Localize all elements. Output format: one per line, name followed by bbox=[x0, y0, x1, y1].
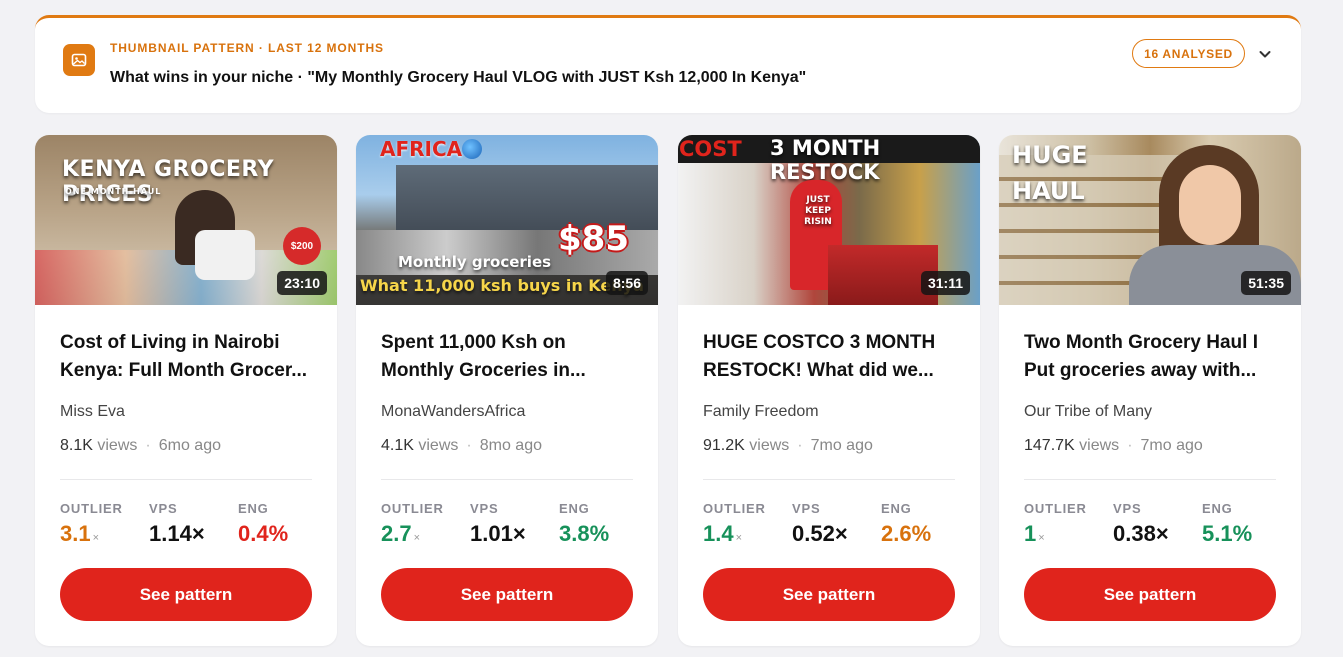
analysed-count-badge: 16 ANALYSED bbox=[1132, 39, 1245, 68]
views-label: views bbox=[97, 437, 138, 454]
vps-value: 0.38× bbox=[1113, 521, 1169, 546]
vps-value: 1.01× bbox=[470, 521, 526, 546]
divider bbox=[703, 479, 955, 480]
video-title[interactable]: Two Month Grocery Haul I Put groceries a… bbox=[1024, 329, 1279, 385]
video-duration: 23:10 bbox=[277, 271, 327, 295]
vps-value: 0.52× bbox=[792, 521, 848, 546]
video-duration: 31:11 bbox=[920, 271, 970, 295]
meta-separator: · bbox=[1127, 437, 1133, 454]
channel-name[interactable]: Miss Eva bbox=[60, 403, 125, 421]
thumbnail-headline: 3 MONTH RESTOCK bbox=[770, 136, 881, 184]
outlier-label: OUTLIER bbox=[381, 501, 444, 516]
eng-label: ENG bbox=[1202, 501, 1233, 516]
views-label: views bbox=[418, 437, 459, 454]
channel-name[interactable]: Family Freedom bbox=[703, 403, 819, 421]
header-title: What wins in your niche · "My Monthly Gr… bbox=[110, 69, 807, 86]
shirt-graphic bbox=[195, 230, 255, 280]
view-count: 8.1K bbox=[60, 437, 93, 454]
video-title[interactable]: Cost of Living in Nairobi Kenya: Full Mo… bbox=[60, 329, 315, 385]
shirt-text: JUST KEEP RISIN bbox=[804, 195, 832, 227]
outlier-value: 3.1 × bbox=[60, 521, 100, 546]
video-card: AFRICA Monthly groceries $85 What 11,000… bbox=[356, 135, 658, 646]
meta-separator: · bbox=[466, 437, 472, 454]
channel-name[interactable]: MonaWandersAfrica bbox=[381, 403, 525, 421]
video-thumbnail[interactable]: KENYA GROCERY PRICES ONE MONTH HAUL $200… bbox=[35, 135, 337, 305]
video-title[interactable]: Spent 11,000 Ksh on Monthly Groceries in… bbox=[381, 329, 636, 385]
pattern-header: THUMBNAIL PATTERN · LAST 12 MONTHS What … bbox=[35, 15, 1301, 113]
meta-separator: · bbox=[145, 437, 151, 454]
thumbnail-headline: AFRICA bbox=[380, 137, 463, 161]
see-pattern-button[interactable]: See pattern bbox=[703, 568, 955, 621]
see-pattern-button[interactable]: See pattern bbox=[381, 568, 633, 621]
divider bbox=[60, 479, 312, 480]
video-card: KENYA GROCERY PRICES ONE MONTH HAUL $200… bbox=[35, 135, 337, 646]
see-pattern-button[interactable]: See pattern bbox=[60, 568, 312, 621]
outlier-label: OUTLIER bbox=[60, 501, 123, 516]
video-thumbnail[interactable]: HUGE HAUL 51:35 bbox=[999, 135, 1301, 305]
vps-value: 1.14× bbox=[149, 521, 205, 546]
eng-label: ENG bbox=[238, 501, 269, 516]
divider bbox=[381, 479, 633, 480]
upload-age: 7mo ago bbox=[1140, 437, 1203, 454]
views-label: views bbox=[749, 437, 790, 454]
thumbnail-subtitle: Monthly groceries bbox=[398, 253, 552, 271]
image-icon bbox=[63, 44, 95, 76]
outlier-label: OUTLIER bbox=[703, 501, 766, 516]
eng-value: 3.8% bbox=[559, 521, 610, 546]
vps-label: VPS bbox=[470, 501, 499, 516]
video-meta: 8.1K views · 6mo ago bbox=[60, 437, 221, 455]
header-eyebrow: THUMBNAIL PATTERN · LAST 12 MONTHS bbox=[110, 41, 384, 55]
chevron-down-icon[interactable] bbox=[1256, 45, 1274, 63]
view-count: 91.2K bbox=[703, 437, 745, 454]
thumbnail-headline: KENYA GROCERY PRICES bbox=[62, 157, 275, 207]
video-meta: 91.2K views · 7mo ago bbox=[703, 437, 873, 455]
face-graphic bbox=[1179, 165, 1241, 245]
eng-label: ENG bbox=[881, 501, 912, 516]
thumbnail-brand: COST bbox=[679, 137, 742, 161]
vps-label: VPS bbox=[149, 501, 178, 516]
eng-label: ENG bbox=[559, 501, 590, 516]
price-tag: $200 bbox=[283, 227, 321, 265]
views-label: views bbox=[1079, 437, 1120, 454]
video-duration: 8:56 bbox=[605, 271, 648, 295]
upload-age: 6mo ago bbox=[158, 437, 221, 454]
video-thumbnail[interactable]: COST 3 MONTH RESTOCK JUST KEEP RISIN 31:… bbox=[678, 135, 980, 305]
upload-age: 7mo ago bbox=[810, 437, 873, 454]
outlier-value: 2.7 × bbox=[381, 521, 421, 546]
video-title[interactable]: HUGE COSTCO 3 MONTH RESTOCK! What did we… bbox=[703, 329, 958, 385]
see-pattern-button[interactable]: See pattern bbox=[1024, 568, 1276, 621]
thumbnail-subtitle: HAUL bbox=[1012, 177, 1085, 205]
eng-value: 5.1% bbox=[1202, 521, 1253, 546]
video-card: COST 3 MONTH RESTOCK JUST KEEP RISIN 31:… bbox=[678, 135, 980, 646]
thumbnail-subtitle: ONE MONTH HAUL bbox=[65, 187, 162, 196]
divider bbox=[1024, 479, 1276, 480]
outlier-value: 1 × bbox=[1024, 521, 1045, 546]
thumbnail-headline: HUGE bbox=[1012, 141, 1088, 169]
view-count: 147.7K bbox=[1024, 437, 1075, 454]
eng-value: 2.6% bbox=[881, 521, 932, 546]
thumbnail-caption: What 11,000 ksh buys in Kenya bbox=[360, 276, 644, 295]
vps-label: VPS bbox=[1113, 501, 1142, 516]
eng-value: 0.4% bbox=[238, 521, 289, 546]
video-duration: 51:35 bbox=[1241, 271, 1291, 295]
video-meta: 147.7K views · 7mo ago bbox=[1024, 437, 1203, 455]
channel-name[interactable]: Our Tribe of Many bbox=[1024, 403, 1152, 421]
outlier-label: OUTLIER bbox=[1024, 501, 1087, 516]
meta-separator: · bbox=[797, 437, 803, 454]
upload-age: 8mo ago bbox=[479, 437, 542, 454]
video-card: HUGE HAUL 51:35 Two Month Grocery Haul I… bbox=[999, 135, 1301, 646]
vps-label: VPS bbox=[792, 501, 821, 516]
outlier-value: 1.4 × bbox=[703, 521, 743, 546]
video-meta: 4.1K views · 8mo ago bbox=[381, 437, 542, 455]
video-thumbnail[interactable]: AFRICA Monthly groceries $85 What 11,000… bbox=[356, 135, 658, 305]
price-tag: $85 bbox=[558, 219, 629, 259]
view-count: 4.1K bbox=[381, 437, 414, 454]
globe-icon bbox=[462, 139, 482, 159]
